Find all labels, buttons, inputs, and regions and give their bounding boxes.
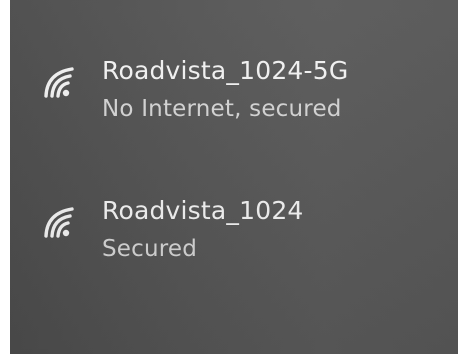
network-status: Secured	[102, 236, 198, 262]
network-list-item-roadvista-1024-5g[interactable]: Roadvista_1024-5G No Internet, secured	[10, 38, 458, 148]
network-status: No Internet, secured	[102, 96, 342, 122]
network-flyout-panel: Roadvista_1024-5G No Internet, secured R…	[10, 0, 458, 354]
wifi-icon	[40, 202, 80, 242]
network-list-item-roadvista-1024[interactable]: Roadvista_1024 Secured	[10, 178, 458, 288]
network-ssid: Roadvista_1024	[102, 196, 304, 225]
network-ssid: Roadvista_1024-5G	[102, 56, 349, 85]
wifi-icon	[40, 62, 80, 102]
